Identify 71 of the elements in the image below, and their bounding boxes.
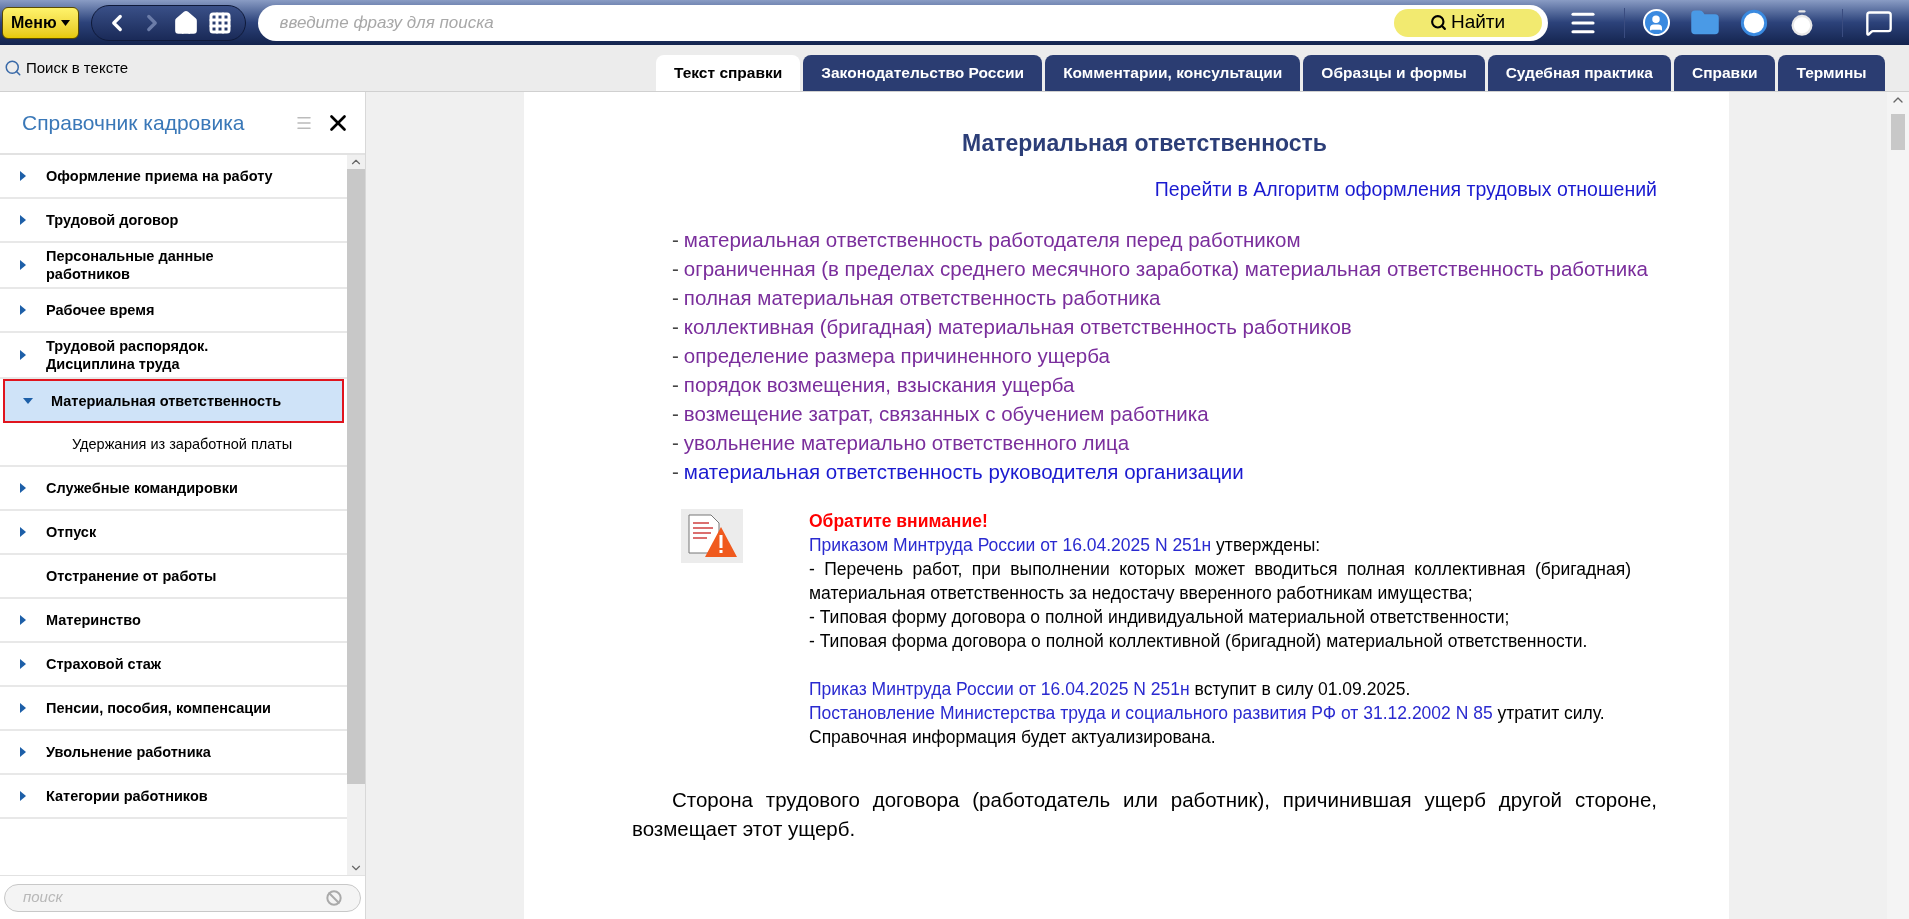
notice-text: Справочная информация будет актуализирована. [809, 725, 1217, 749]
document-link[interactable]: Приказом Минтруда России от 16.04.2025 N 251н [809, 534, 1212, 555]
algorithm-link[interactable]: Перейти в Алгоритм оформления трудовых отношений [1154, 174, 1657, 204]
tab[interactable]: Комментарии, консультации [1045, 55, 1301, 91]
notice-text: Постановление Министерства труда и социального развития РФ от 31.12.2002 N 85 утратит силу. [809, 701, 1606, 725]
topic-link[interactable]: порядок возмещения, взыскания ущерба [683, 369, 1075, 401]
search-icon [1429, 14, 1447, 31]
caret-right-icon[interactable] [18, 171, 28, 181]
caret-right-icon[interactable] [18, 747, 28, 757]
topic-link[interactable]: материальная ответственность руководителя организации [683, 456, 1244, 488]
notice-text: - Типовая форма договора о полной коллективной (бригадной) материальной ответственности. [809, 629, 1589, 653]
chat-icon[interactable] [1864, 8, 1893, 37]
topic-link[interactable]: возмещение затрат, связанных с обучением работника [683, 398, 1209, 430]
bullet-dash: - [672, 371, 679, 398]
topic-link[interactable]: материальная ответственность работодателя перед работником [683, 224, 1301, 256]
sidebar-search-input[interactable]: поиск [23, 886, 326, 909]
bullet-dash: - [672, 226, 679, 253]
document-link[interactable]: Приказ Минтруда России от 16.04.2025 N 251н [809, 678, 1190, 699]
sidebar-title: Справочник кадровика [22, 109, 245, 136]
caret-right-icon[interactable] [18, 791, 28, 801]
search-input[interactable]: введите фразу для поиска [279, 9, 1394, 36]
caret-right-icon[interactable] [18, 527, 28, 537]
bullet-dash: - [672, 255, 679, 282]
menu-button[interactable]: Меню [2, 6, 79, 39]
text-search-link[interactable]: Поиск в тексте [26, 56, 129, 80]
tab[interactable]: Образцы и формы [1303, 55, 1485, 91]
caret-right-icon[interactable] [18, 260, 28, 270]
caret-right-icon[interactable] [18, 215, 28, 225]
document-title: Материальная ответственность [961, 129, 1328, 158]
search-icon [4, 59, 22, 77]
caret-right-icon[interactable] [18, 305, 28, 315]
document-warning-icon [681, 508, 743, 563]
caret-right-icon[interactable] [18, 483, 28, 493]
document-scrollbar[interactable] [1887, 92, 1909, 919]
topic-link[interactable]: определение размера причиненного ущерба [683, 340, 1110, 372]
caret-right-icon[interactable] [18, 659, 28, 669]
search-field[interactable]: введите фразу для поиска Найти [257, 4, 1548, 41]
tab[interactable]: Судебная практика [1487, 55, 1671, 91]
tab[interactable]: Термины [1778, 55, 1885, 91]
grid-icon[interactable] [208, 10, 233, 35]
sidebar-item[interactable]: Материальная ответственность [3, 379, 344, 423]
notice-text: - Типовая форму договора о полной индивидуальной материальной ответственности; [809, 605, 1511, 629]
bullet-dash: - [672, 400, 679, 427]
caret-down-icon [60, 19, 70, 26]
topic-link[interactable]: коллективная (бригадная) материальная ответственность работников [683, 311, 1352, 343]
find-button[interactable]: Найти [1393, 8, 1542, 37]
sidebar-search-field[interactable]: поиск [4, 883, 361, 912]
home-icon[interactable] [173, 9, 200, 36]
bullet-dash: - [672, 342, 679, 369]
bullet-dash: - [672, 429, 679, 456]
user-icon[interactable] [1642, 9, 1670, 36]
body-paragraph: Сторона трудового договора (работодатель или работник), причинившая ущерб другой стороне, возмещает этот ущерб. [632, 786, 1657, 842]
tab[interactable]: Справки [1673, 55, 1776, 91]
bullet-dash: - [672, 458, 679, 485]
tab[interactable]: Законодательство России [803, 55, 1043, 91]
topic-link[interactable]: полная материальная ответственность работника [683, 282, 1161, 314]
document-link[interactable]: Постановление Министерства труда и социального развития РФ от 31.12.2002 N 85 [809, 702, 1493, 723]
notice-text: Приказом Минтруда России от 16.04.2025 N 251н утверждены: [809, 533, 1322, 557]
topic-link[interactable]: увольнение материально ответственного лица [683, 427, 1130, 459]
caret-right-icon[interactable] [18, 703, 28, 713]
caret-down-icon[interactable] [23, 396, 33, 406]
scroll-thumb[interactable] [1891, 114, 1905, 150]
caret-right-icon[interactable] [18, 350, 28, 360]
bullet-dash: - [672, 284, 679, 311]
caret-right-icon[interactable] [18, 615, 28, 625]
notice-text: Приказ Минтруда России от 16.04.2025 N 251н вступит в силу 01.09.2025. [809, 677, 1412, 701]
topic-link[interactable]: ограниченная (в пределах среднего месячного заработка) материальная ответственность работника [683, 253, 1648, 285]
tab[interactable]: Текст справки [656, 55, 801, 91]
notice-heading: Обратите внимание! [809, 509, 989, 533]
notice-text: - Перечень работ, при выполнении которых может вводиться полная коллективная (бригадная) материальная ответственность за недостачу вверенного работникам имущества; [809, 557, 1631, 605]
bullet-dash: - [672, 313, 679, 340]
